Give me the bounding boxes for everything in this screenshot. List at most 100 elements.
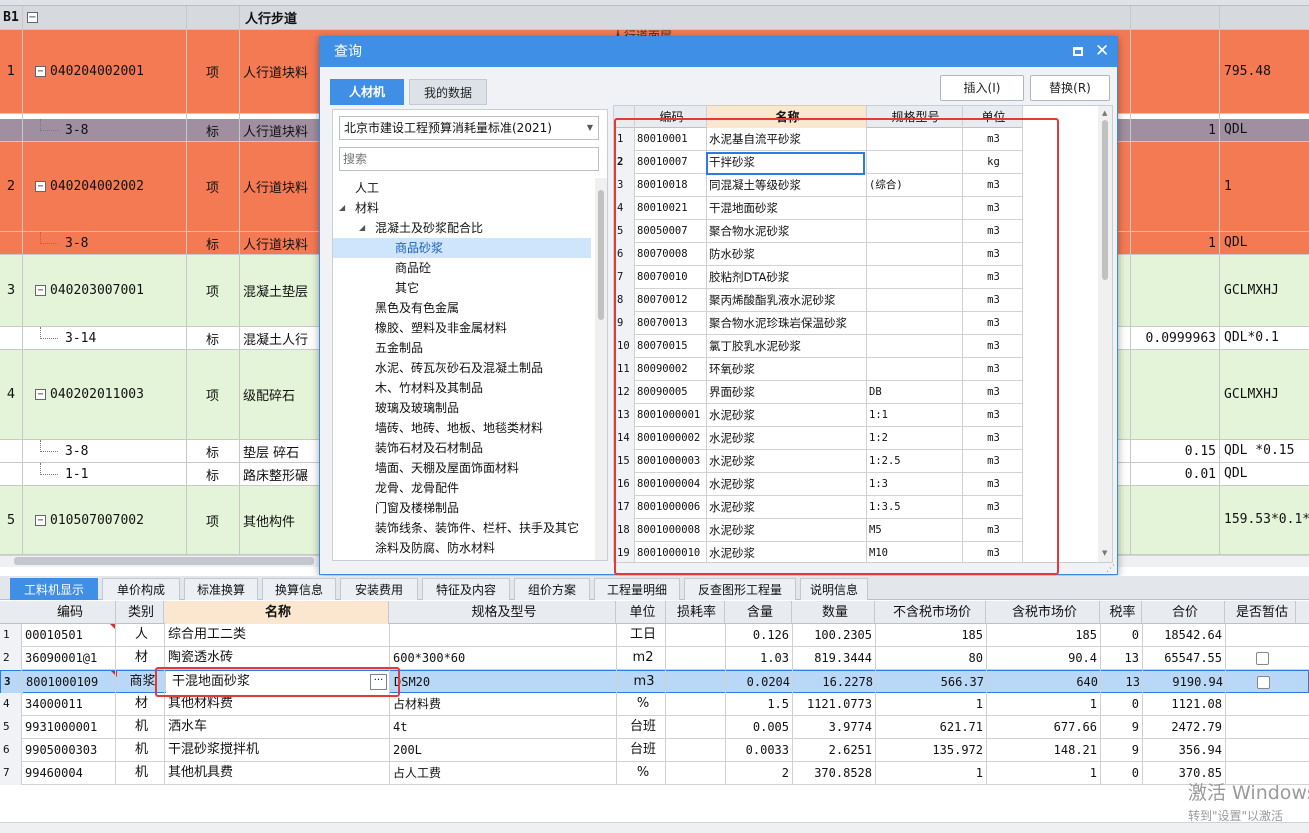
bottom-tab[interactable]: 组价方案 [514,578,590,600]
col-header-unit[interactable]: 单位 [617,601,666,624]
row-col-k: 1 [1208,235,1216,251]
col-header-price-in-tax[interactable]: 含税市场价 [987,601,1100,624]
row-col-l: QDL*0.1 [1224,330,1279,345]
tree-item[interactable]: 玻璃及玻璃制品 [333,398,591,418]
col-header-tax-rate[interactable]: 税率 [1101,601,1142,624]
material-name: 洒水车 [168,719,208,734]
tree-item[interactable]: 人工 [333,178,591,198]
row-name: 人行道块料 [243,181,309,196]
material-loss [666,624,725,647]
tree-item[interactable]: 水泥、砖瓦灰砂石及混凝土制品 [333,358,591,378]
bottom-tab[interactable]: 安装费用 [340,578,418,600]
collapse-icon[interactable]: − [35,181,46,192]
material-price-ex: 566.37 [940,675,984,689]
tree-item[interactable]: 木、竹材料及其制品 [333,378,591,398]
provisional-checkbox[interactable] [1257,676,1270,689]
close-icon[interactable]: ✕ [1095,41,1109,61]
bottom-hscroll[interactable] [0,822,1309,833]
material-spec: 4t [393,720,408,734]
tab-my-data[interactable]: 我的数据 [409,79,487,105]
replace-button[interactable]: 替换(R) [1030,75,1110,101]
bottom-tab[interactable]: 换算信息 [262,578,336,600]
maximize-icon[interactable] [1073,47,1083,56]
collapse-icon[interactable]: − [35,514,46,526]
section-row[interactable]: B1− 人行步道 [0,6,1309,30]
collapse-icon[interactable]: − [27,12,38,23]
search-input[interactable] [339,147,599,171]
upper-hscroll-thumb[interactable] [14,557,314,565]
quota-select[interactable]: 北京市建设工程预算消耗量标准(2021) ▼ [339,116,599,140]
material-row[interactable]: 5 9931000001 机 洒水车 4t 台班 0.005 3.9774 621.71 677.… [0,716,1309,739]
tree-item[interactable]: 门窗及楼梯制品 [333,498,591,518]
row-code-text: 040204002001 [50,64,144,79]
row-index: 2 [6,179,16,194]
tree-item-label: 商品砼 [395,261,432,275]
row-code[interactable]: −040203007001 [32,255,186,326]
col-header-spec[interactable]: 规格及型号 [390,601,616,624]
resize-grip-icon[interactable]: ⋰ [1106,564,1115,574]
insert-button[interactable]: 插入(I) [940,75,1024,101]
material-row[interactable]: 1 00010501 人 综合用工二类 工日 0.126 100.2305 185 185 0 18… [0,624,1309,647]
provisional-checkbox[interactable] [1256,652,1269,665]
tree-item[interactable]: 龙骨、龙骨配件 [333,478,591,498]
tree-item-label: 其它 [395,281,420,295]
tree-vscroll[interactable] [595,178,607,560]
tree-item[interactable]: 五金制品 [333,338,591,358]
tree-item[interactable]: 其它 [333,278,591,298]
tree-item[interactable]: ◢ 材料 [333,198,591,218]
tree-item-label: 五金制品 [375,341,424,355]
row-col-k: 0.01 [1184,466,1216,482]
tree-expander-icon[interactable]: ◢ [359,218,365,238]
tree-item[interactable]: 涂料及防腐、防水材料 [333,538,591,558]
bottom-tab[interactable]: 单价构成 [102,578,180,600]
tree-expander-icon[interactable]: ◢ [339,198,345,218]
material-name: 其他机具费 [168,765,234,780]
material-row[interactable]: 6 9905000303 机 干混砂浆搅拌机 200L 台班 0.0033 2.6251 135… [0,739,1309,762]
col-header-name[interactable]: 名称 [165,601,389,624]
col-header-provisional[interactable]: 是否暂估 [1226,601,1296,624]
tab-rencaiji[interactable]: 人材机 [330,79,404,105]
col-header-quantity[interactable]: 数量 [793,601,875,624]
bottom-tab[interactable]: 反查图形工程量 [684,578,796,600]
row-col-l: QDL [1224,122,1248,137]
tree-item[interactable]: ◢ 混凝土及砂浆配合比 [333,218,591,238]
row-code[interactable]: −040204002002 [32,142,186,231]
material-row[interactable]: 7 99460004 机其他机具费 占人工费% 2 370.8528 1 1 0 370.85 [0,762,1309,785]
bottom-tab[interactable]: 工程量明细 [594,578,680,600]
row-col-k: 1 [1208,122,1216,138]
section-expand[interactable]: − [24,6,44,29]
col-header-loss[interactable]: 损耗率 [666,601,725,624]
col-header-category[interactable]: 类别 [116,601,164,624]
material-row-index: 4 [0,693,22,716]
material-unit: 台班 [629,719,656,734]
material-qty: 1.03 [760,651,789,665]
bottom-tab[interactable]: 标准换算 [184,578,258,600]
bottom-tab[interactable]: 特征及内容 [422,578,510,600]
tree-item[interactable]: 商品砼 [333,258,591,278]
bottom-tab[interactable]: 工料机显示 [10,578,98,600]
row-code-text: 3-8 [65,122,89,138]
bottom-tab[interactable]: 说明信息 [800,578,868,600]
collapse-icon[interactable]: − [35,285,46,296]
tree-item[interactable]: 装饰线条、装饰件、栏杆、扶手及其它 [333,518,591,538]
tree-item[interactable]: 商品砂浆 [333,238,591,258]
collapse-icon[interactable]: − [35,389,46,400]
row-col-l: 159.53*0.1*2/2 [1224,512,1309,527]
result-vscroll[interactable]: ▲ ▼ [1098,106,1112,562]
tree-item[interactable]: 装饰石材及石材制品 [333,438,591,458]
tree-item[interactable]: 黑色及有色金属 [333,298,591,318]
col-header-price-ex-tax[interactable]: 不含税市场价 [876,601,986,624]
col-header-code[interactable]: 编码 [22,601,116,624]
material-total: 65547.55 [1164,651,1222,665]
col-header-content[interactable]: 含量 [726,601,792,624]
row-code[interactable]: −040204002001 [32,30,186,113]
collapse-icon[interactable]: − [35,66,46,77]
col-header-total[interactable]: 合价 [1143,601,1225,624]
tree-item[interactable]: 墙砖、地砖、地板、地毯类材料 [333,418,591,438]
tree-item[interactable]: 橡胶、塑料及非金属材料 [333,318,591,338]
tree-item[interactable]: 墙面、天棚及屋面饰面材料 [333,458,591,478]
row-col-k [1131,30,1219,113]
row-code[interactable]: −040202011003 [32,350,186,439]
row-code[interactable]: −010507007002 [32,486,186,554]
row-index: 4 [6,387,16,402]
